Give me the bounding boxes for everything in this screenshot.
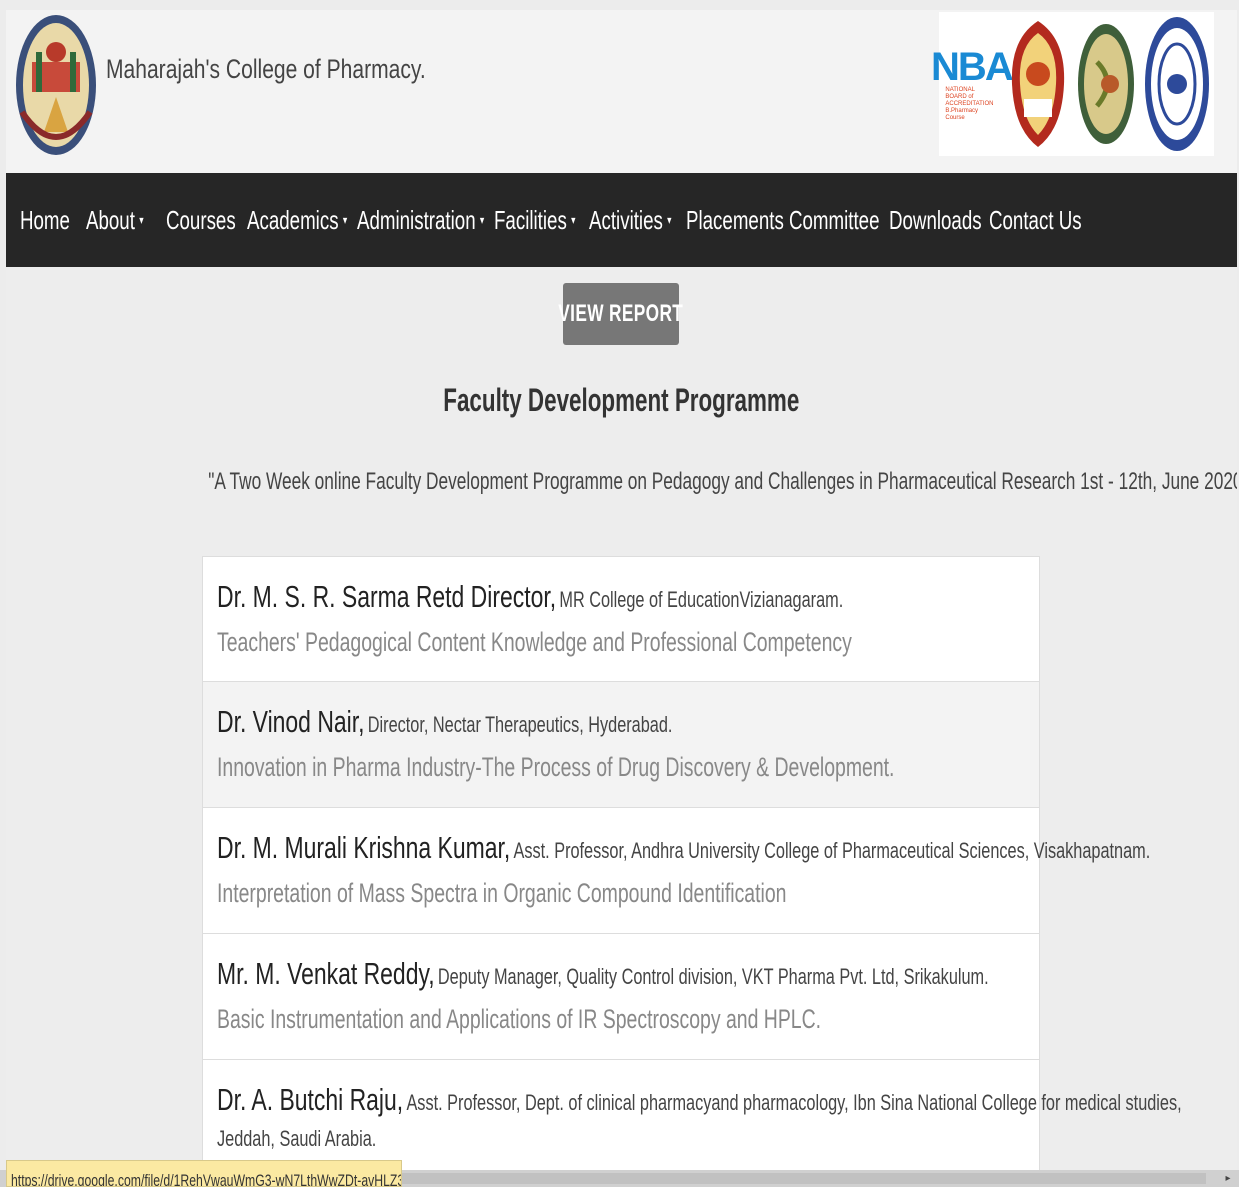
caret-down-icon: ▾ bbox=[139, 213, 144, 227]
site-title[interactable]: Maharajah's College of Pharmacy. bbox=[106, 54, 426, 85]
nav-item-label: Committee bbox=[789, 204, 880, 235]
nba-mark: NBA bbox=[931, 44, 1014, 89]
nba-caption: NATIONAL BOARD of ACCREDITATION B.Pharma… bbox=[945, 86, 994, 121]
caret-down-icon: ▾ bbox=[667, 213, 672, 227]
college-logo[interactable] bbox=[14, 12, 98, 158]
header: Maharajah's College of Pharmacy. NBA NAT… bbox=[6, 10, 1237, 173]
link-status-bar: https://drive.google.com/file/d/1RehVwau… bbox=[6, 1160, 402, 1187]
speaker-topic: Innovation in Pharma Industry-The Proces… bbox=[217, 752, 895, 782]
speaker-item: Dr. M. Murali Krishna Kumar, Asst. Profe… bbox=[202, 808, 1150, 934]
section-title-text: Faculty Development Programme bbox=[443, 382, 800, 418]
speaker-affiliation: MR College of EducationVizianagaram. bbox=[559, 587, 844, 612]
speaker-affiliation: Deputy Manager, Quality Control division… bbox=[437, 964, 989, 989]
speaker-list: Dr. M. S. R. Sarma Retd Director, MR Col… bbox=[202, 556, 1182, 1170]
caret-down-icon: ▾ bbox=[479, 213, 485, 227]
nav-item-label: Placements bbox=[686, 204, 784, 235]
speaker-affiliation-continued: Jeddah, Saudi Arabia. bbox=[217, 1126, 377, 1151]
caret-down-icon: ▾ bbox=[571, 213, 576, 227]
nav-item-placements[interactable]: Placements bbox=[686, 205, 784, 236]
nav-item-downloads[interactable]: Downloads bbox=[889, 205, 982, 236]
nav-item-label: Activities bbox=[589, 204, 663, 235]
speaker-item: Mr. M. Venkat Reddy, Deputy Manager, Qua… bbox=[202, 934, 1040, 1060]
speaker-topic: Basic Instrumentation and Applications o… bbox=[217, 1004, 822, 1034]
programme-subtitle: "A Two Week online Faculty Development P… bbox=[6, 468, 1237, 496]
scroll-right-arrow-icon[interactable]: ▸ bbox=[1221, 1172, 1235, 1185]
nba-logo: NBA NATIONAL BOARD of ACCREDITATION B.Ph… bbox=[931, 29, 1014, 139]
speaker-name: Dr. M. S. R. Sarma Retd Director, bbox=[217, 579, 557, 614]
speaker-line: Dr. A. Butchi Raju, Asst. Professor, Dep… bbox=[217, 1082, 1182, 1118]
view-report-label: VIEW REPORT bbox=[558, 300, 684, 327]
speaker-affiliation: Asst. Professor, Dept. of clinical pharm… bbox=[406, 1090, 1182, 1115]
page: Maharajah's College of Pharmacy. NBA NAT… bbox=[6, 10, 1237, 1170]
nav-item-administration[interactable]: Administration ▾ bbox=[357, 205, 484, 236]
view-report-button[interactable]: VIEW REPORT bbox=[559, 283, 683, 345]
speaker-item: Dr. Vinod Nair, Director, Nectar Therape… bbox=[202, 682, 1040, 808]
speaker-line: Dr. Vinod Nair, Director, Nectar Therape… bbox=[217, 704, 672, 740]
caret-down-icon: ▾ bbox=[342, 213, 348, 227]
speaker-name: Dr. M. Murali Krishna Kumar, bbox=[217, 830, 511, 865]
nav-item-label: Facilities bbox=[494, 204, 567, 235]
nav-item-committee[interactable]: Committee bbox=[789, 205, 880, 236]
speaker-topic: Teachers' Pedagogical Content Knowledge … bbox=[217, 627, 852, 657]
speaker-affiliation: Asst. Professor, Andhra University Colle… bbox=[513, 838, 1151, 863]
nav-item-label: Administration bbox=[357, 204, 476, 235]
accreditation-logos: NBA NATIONAL BOARD of ACCREDITATION B.Ph… bbox=[931, 12, 1214, 156]
speaker-name: Mr. M. Venkat Reddy, bbox=[217, 956, 435, 991]
speaker-topic: Interpretation of Mass Spectra in Organi… bbox=[217, 878, 787, 908]
nav-item-label: Contact Us bbox=[989, 204, 1082, 235]
speaker-line: Dr. M. S. R. Sarma Retd Director, MR Col… bbox=[217, 579, 843, 615]
technical-board-logo bbox=[1144, 17, 1209, 151]
section-title: Faculty Development Programme bbox=[6, 382, 1237, 419]
speaker-item: Dr. A. Butchi Raju, Asst. Professor, Dep… bbox=[202, 1060, 1182, 1170]
speaker-line: Mr. M. Venkat Reddy, Deputy Manager, Qua… bbox=[217, 956, 989, 992]
nav-item-label: Academics bbox=[247, 204, 339, 235]
speaker-name: Dr. Vinod Nair, bbox=[217, 704, 365, 739]
nav-item-label: Courses bbox=[166, 204, 236, 235]
nav-item-home[interactable]: Home bbox=[20, 205, 70, 236]
main-navbar: Home About ▾ Courses Academics ▾ Administratio… bbox=[6, 173, 1237, 267]
nav-item-academics[interactable]: Academics ▾ bbox=[247, 205, 347, 236]
nav-item-label: Downloads bbox=[889, 204, 982, 235]
nav-item-label: About bbox=[86, 204, 135, 235]
nav-item-facilities[interactable]: Facilities ▾ bbox=[494, 205, 575, 236]
speaker-affiliation: Director, Nectar Therapeutics, Hyderabad… bbox=[367, 712, 673, 737]
nav-item-about[interactable]: About ▾ bbox=[86, 205, 144, 236]
speaker-name: Dr. A. Butchi Raju, bbox=[217, 1082, 404, 1117]
programme-subtitle-text: "A Two Week online Faculty Development P… bbox=[208, 468, 1237, 495]
nav-item-courses[interactable]: Courses bbox=[166, 205, 236, 236]
university-seal-logo bbox=[1011, 21, 1065, 147]
speaker-line: Dr. M. Murali Krishna Kumar, Asst. Profe… bbox=[217, 830, 1150, 866]
nav-item-activities[interactable]: Activities ▾ bbox=[589, 205, 672, 236]
nav-item-contact-us[interactable]: Contact Us bbox=[989, 205, 1082, 236]
pharmacy-council-logo bbox=[1077, 24, 1134, 144]
nav-item-label: Home bbox=[20, 204, 70, 235]
status-url-text: https://drive.google.com/file/d/1RehVwau… bbox=[11, 1171, 402, 1187]
speaker-item: Dr. M. S. R. Sarma Retd Director, MR Col… bbox=[202, 556, 1040, 682]
